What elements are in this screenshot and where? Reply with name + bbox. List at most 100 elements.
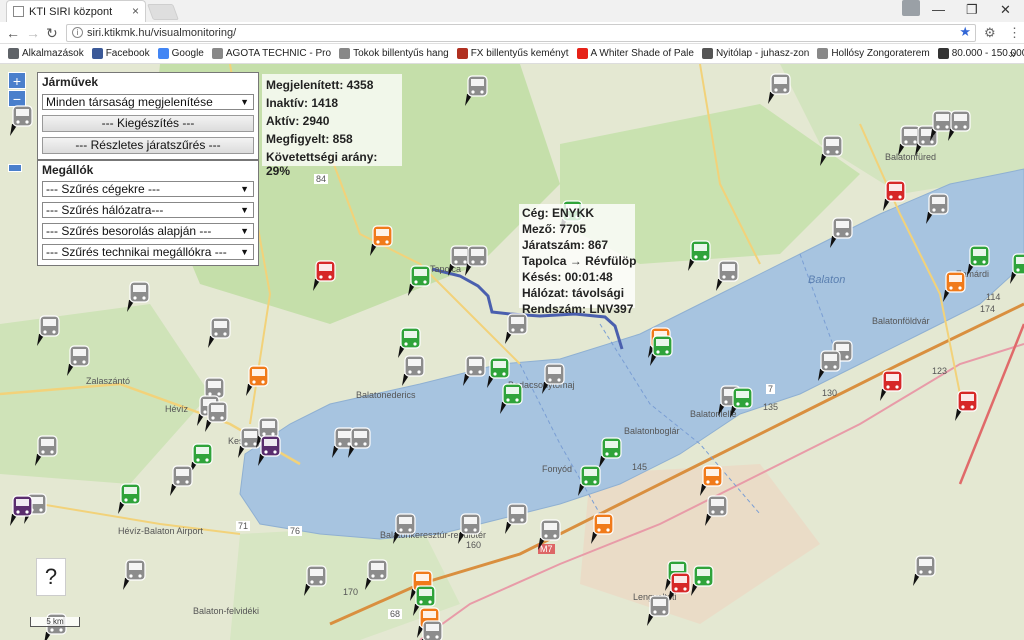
new-tab-button[interactable] (147, 4, 179, 20)
bus-marker-icon[interactable] (10, 494, 34, 526)
layers-toggle-icon[interactable] (8, 164, 22, 172)
dropdown-arrow-icon: ▼ (240, 247, 249, 257)
bus-marker-icon[interactable] (408, 264, 432, 296)
bus-marker-icon[interactable] (691, 564, 715, 596)
bus-marker-icon[interactable] (716, 259, 740, 291)
bus-marker-icon[interactable] (420, 619, 444, 640)
maximize-icon[interactable]: ❐ (966, 2, 978, 18)
bus-marker-icon[interactable] (700, 464, 724, 496)
company-select[interactable]: Minden társaság megjelenítése ▼ (42, 94, 254, 110)
facebook-icon (91, 48, 103, 59)
bus-marker-icon[interactable] (668, 571, 692, 603)
bus-marker-icon[interactable] (688, 239, 712, 271)
x-icon (456, 48, 468, 59)
bus-marker-icon[interactable] (123, 558, 147, 590)
bus-marker-icon[interactable] (599, 436, 623, 468)
back-arrow-icon[interactable]: ← (6, 25, 20, 41)
bus-marker-icon[interactable] (127, 280, 151, 312)
bus-marker-icon[interactable] (578, 464, 602, 496)
bus-marker-icon[interactable] (258, 434, 282, 466)
bus-marker-icon[interactable] (880, 369, 904, 401)
bus-marker-icon[interactable] (830, 216, 854, 248)
more-bookmarks-icon[interactable]: » (1009, 47, 1016, 61)
forward-arrow-icon[interactable]: → (26, 25, 40, 41)
bus-marker-icon[interactable] (820, 134, 844, 166)
bookmark-item[interactable]: Facebook (91, 48, 150, 59)
bus-marker-icon[interactable] (948, 109, 972, 141)
youtube-icon (576, 48, 588, 59)
bus-marker-icon[interactable] (542, 362, 566, 394)
bus-marker-icon[interactable] (205, 400, 229, 432)
bus-marker-icon[interactable] (705, 494, 729, 526)
url-bar[interactable]: i siri.ktikmk.hu/visualmonitoring/ ★ (66, 24, 976, 42)
site-info-icon[interactable]: i (72, 27, 83, 38)
filter-value: --- Szűrés cégekre --- (46, 182, 161, 196)
bus-marker-icon[interactable] (818, 349, 842, 381)
bus-marker-icon[interactable] (393, 512, 417, 544)
bus-marker-icon[interactable] (650, 334, 674, 366)
bus-marker-icon[interactable] (170, 464, 194, 496)
bus-marker-icon[interactable] (730, 386, 754, 418)
bus-marker-icon[interactable] (591, 512, 615, 544)
bookmark-item[interactable]: AGOTA TECHNIC - Pro (211, 48, 331, 59)
bus-marker-icon[interactable] (463, 354, 487, 386)
bus-marker-icon[interactable] (943, 270, 967, 302)
extension-icon[interactable]: ⚙ (984, 25, 996, 41)
popup-delay: Késés: 00:01:48 (522, 270, 613, 284)
close-window-icon[interactable]: ✕ (1000, 2, 1011, 18)
bus-marker-icon[interactable] (955, 389, 979, 421)
bookmark-item[interactable]: Tokok billentyűs hang (339, 48, 449, 59)
bookmark-item[interactable]: FX billentyűs keményt (456, 48, 569, 59)
bookmark-item[interactable]: Alkalmazások (8, 48, 84, 59)
help-button[interactable]: ? (36, 558, 66, 596)
bus-marker-icon[interactable] (538, 518, 562, 550)
bookmark-item[interactable]: A Whiter Shade of Pale (576, 48, 694, 59)
bus-marker-icon[interactable] (37, 314, 61, 346)
bus-marker-icon[interactable] (883, 179, 907, 211)
browser-tab[interactable]: KTI SIRI központ × (6, 0, 146, 22)
bus-marker-icon[interactable] (926, 192, 950, 224)
bookmark-label: FX billentyűs keményt (470, 48, 569, 59)
bus-marker-icon[interactable] (465, 244, 489, 276)
bus-marker-icon[interactable] (500, 382, 524, 414)
bookmark-item[interactable]: Google (157, 48, 204, 59)
category-filter-select[interactable]: --- Szűrés besorolás alapján --- ▼ (42, 223, 254, 239)
bus-marker-icon[interactable] (348, 426, 372, 458)
zoom-in-button[interactable]: + (8, 72, 26, 89)
tab-close-icon[interactable]: × (132, 4, 139, 18)
bus-marker-icon[interactable] (505, 502, 529, 534)
bus-marker-icon[interactable] (913, 554, 937, 586)
bookmark-item[interactable]: Nyitólap - juhasz-zon (701, 48, 809, 59)
bus-marker-icon[interactable] (458, 512, 482, 544)
bookmark-item[interactable]: Hollósy Zongoraterem (817, 48, 930, 59)
bus-marker-icon[interactable] (370, 224, 394, 256)
bus-marker-icon[interactable] (246, 364, 270, 396)
bus-marker-icon[interactable] (35, 434, 59, 466)
bus-marker-icon[interactable] (118, 482, 142, 514)
technical-stops-filter-select[interactable]: --- Szűrés technikai megállókra --- ▼ (42, 244, 254, 260)
bus-marker-icon[interactable] (465, 74, 489, 106)
bus-marker-icon[interactable] (208, 316, 232, 348)
bus-marker-icon[interactable] (647, 594, 671, 626)
extras-button[interactable]: --- Kiegészítés --- (42, 115, 254, 132)
map-view[interactable]: + − Balaton Balatonfüred Zamárdi Balaton… (0, 64, 1024, 640)
bookmark-star-icon[interactable]: ★ (959, 24, 971, 40)
bus-marker-icon[interactable] (10, 104, 34, 136)
bus-marker-icon[interactable] (768, 72, 792, 104)
profile-icon[interactable] (902, 0, 920, 16)
bus-marker-icon[interactable] (304, 564, 328, 596)
company-filter-select[interactable]: --- Szűrés cégekre --- ▼ (42, 181, 254, 197)
bus-marker-icon[interactable] (1010, 252, 1024, 284)
reload-icon[interactable]: ↻ (46, 25, 58, 42)
bus-marker-icon[interactable] (967, 244, 991, 276)
bus-marker-icon[interactable] (313, 259, 337, 291)
vehicles-panel: Járművek Minden társaság megjelenítése ▼… (37, 72, 259, 160)
network-filter-select[interactable]: --- Szűrés hálózatra--- ▼ (42, 202, 254, 218)
bus-marker-icon[interactable] (67, 344, 91, 376)
detailed-route-filter-button[interactable]: --- Részletes járatszűrés --- (42, 137, 254, 154)
browser-menu-icon[interactable]: ⋮ (1008, 25, 1021, 41)
minimize-icon[interactable]: — (932, 2, 945, 17)
bus-marker-icon[interactable] (402, 354, 426, 386)
bookmark-label: Hollósy Zongoraterem (831, 48, 930, 59)
bus-marker-icon[interactable] (365, 558, 389, 590)
